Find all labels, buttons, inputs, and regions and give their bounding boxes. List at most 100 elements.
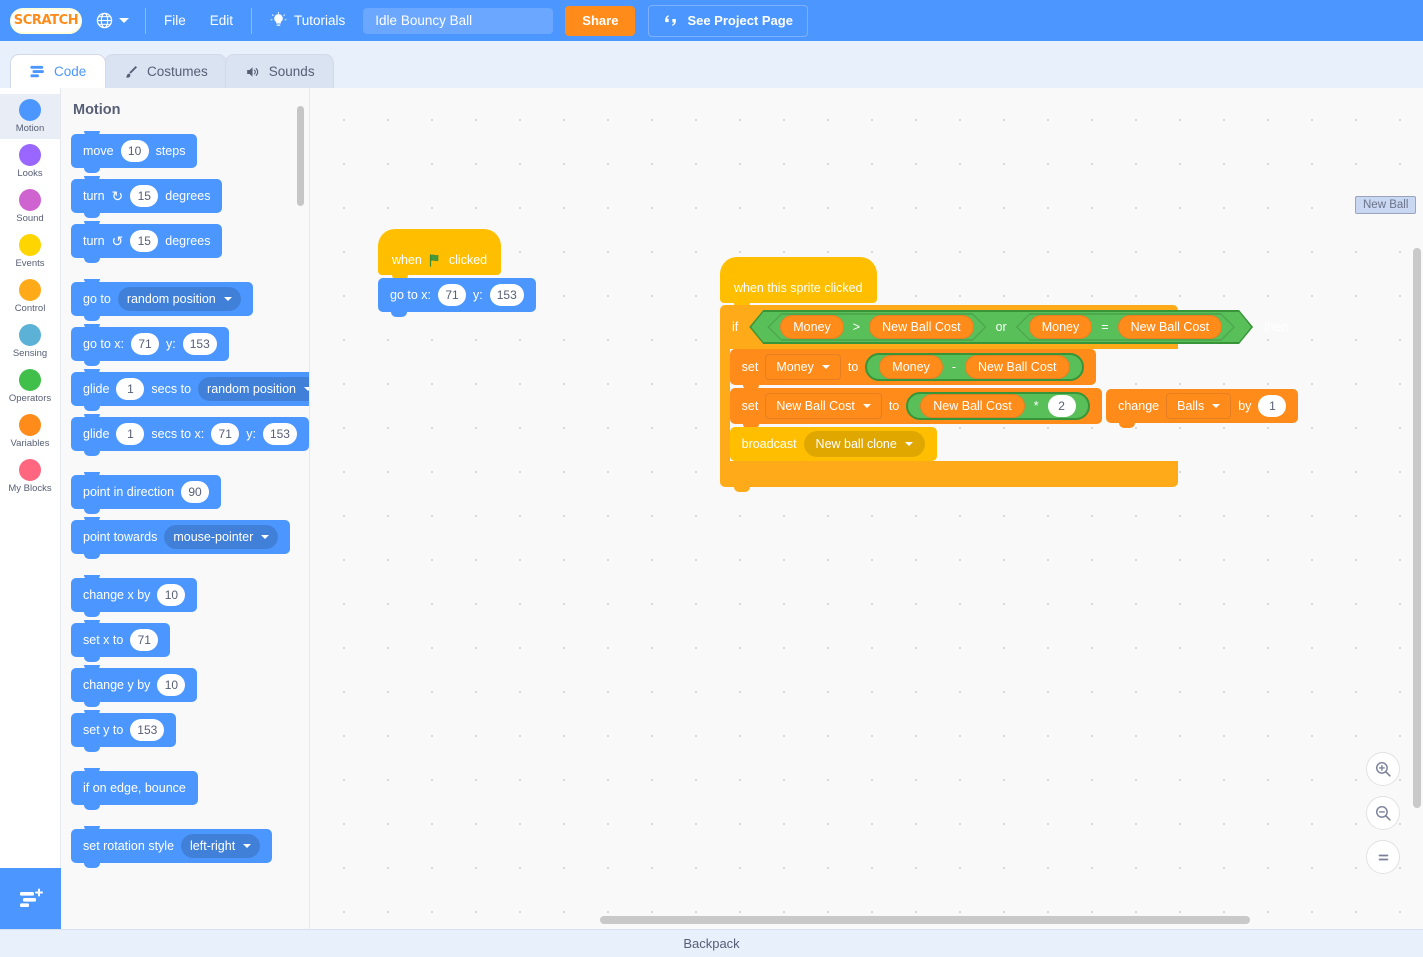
menu-file[interactable]: File — [152, 0, 198, 41]
block-input-y[interactable]: 153 — [490, 284, 524, 306]
block-input-dy[interactable]: 10 — [157, 674, 185, 696]
canvas-vertical-scrollbar[interactable] — [1413, 248, 1421, 808]
zoom-out-button[interactable] — [1366, 796, 1400, 830]
category-control[interactable]: Control — [0, 274, 60, 319]
block-broadcast[interactable]: broadcast New ball clone — [730, 427, 937, 461]
palette-block-glide-xy[interactable]: glide 1 secs to x: 71 y: 153 — [71, 417, 309, 451]
zoom-reset-button[interactable] — [1366, 840, 1400, 874]
palette-block-glide-to[interactable]: glide 1 secs to random position — [71, 372, 310, 406]
block-label: set rotation style — [83, 839, 174, 853]
block-input-amount[interactable]: 1 — [1258, 395, 1286, 417]
variable-new-ball-cost[interactable]: New Ball Cost — [920, 394, 1025, 418]
operand-number[interactable]: 2 — [1048, 395, 1076, 417]
block-input-steps[interactable]: 10 — [121, 140, 149, 162]
variable-new-ball-cost[interactable]: New Ball Cost — [965, 355, 1070, 379]
category-looks[interactable]: Looks — [0, 139, 60, 184]
operator-or[interactable]: Money > New Ball Cost or Money = — [749, 310, 1253, 344]
palette-block-change-y[interactable]: change y by 10 — [71, 668, 197, 702]
share-button[interactable]: Share — [565, 6, 635, 36]
block-input-dx[interactable]: 10 — [157, 584, 185, 606]
block-set-money[interactable]: set Money to Money - New Ball Cost — [730, 349, 1096, 385]
menu-edit[interactable]: Edit — [198, 0, 245, 41]
palette-block-if-on-edge-bounce[interactable]: if on edge, bounce — [71, 771, 198, 805]
operator-multiply[interactable]: New Ball Cost * 2 — [906, 392, 1089, 420]
menu-tutorials[interactable]: Tutorials — [258, 0, 357, 41]
block-label: set y to — [83, 723, 123, 737]
category-motion[interactable]: Motion — [0, 94, 60, 139]
palette-block-move-steps[interactable]: move 10 steps — [71, 134, 197, 168]
see-project-page-button[interactable]: See Project Page — [648, 5, 808, 37]
tab-code[interactable]: Code — [10, 54, 106, 88]
script-green-flag[interactable]: when clicked go to x: 71 y: 153 — [378, 245, 536, 312]
palette-block-turn-right[interactable]: turn ↻ 15 degrees — [71, 179, 222, 213]
palette-block-go-to-xy[interactable]: go to x: 71 y: 153 — [71, 327, 229, 361]
block-input-x[interactable]: 71 — [438, 284, 466, 306]
block-input-secs[interactable]: 1 — [116, 423, 144, 445]
variable-dropdown-new-ball-cost[interactable]: New Ball Cost — [765, 393, 882, 419]
add-extension-button[interactable] — [0, 868, 61, 929]
script-canvas[interactable]: New Ball when clicked go to x: 71 — [310, 88, 1423, 929]
operator-equals[interactable]: Money = New Ball Cost — [1016, 313, 1235, 341]
category-my-blocks[interactable]: My Blocks — [0, 454, 60, 499]
code-icon — [29, 64, 46, 79]
tab-costumes[interactable]: Costumes — [104, 54, 227, 88]
palette-block-point-direction[interactable]: point in direction 90 — [71, 475, 221, 509]
palette-block-change-x[interactable]: change x by 10 — [71, 578, 197, 612]
palette-block-set-y[interactable]: set y to 153 — [71, 713, 176, 747]
block-label: go to x: — [83, 337, 124, 351]
block-input-y[interactable]: 153 — [130, 719, 164, 741]
block-palette[interactable]: Motion move 10 steps turn ↻ 15 degrees t… — [61, 88, 310, 929]
palette-block-point-towards[interactable]: point towards mouse-pointer — [71, 520, 290, 554]
category-sensing[interactable]: Sensing — [0, 319, 60, 364]
scratch-logo[interactable]: SCRATCH — [10, 8, 82, 34]
broadcast-message-dropdown[interactable]: New ball clone — [804, 431, 925, 457]
language-selector[interactable] — [82, 0, 139, 41]
block-input-x[interactable]: 71 — [211, 423, 239, 445]
hat-cap — [720, 257, 877, 277]
block-change-balls[interactable]: change Balls by 1 — [1106, 389, 1298, 423]
tab-sounds[interactable]: Sounds — [225, 54, 334, 88]
variable-dropdown-money[interactable]: Money — [765, 354, 841, 380]
block-input-direction[interactable]: 90 — [181, 481, 209, 503]
block-if-then[interactable]: if Money > New Ball Cost or — [720, 305, 1423, 487]
block-dropdown-target[interactable]: mouse-pointer — [164, 525, 278, 549]
block-when-this-sprite-clicked[interactable]: when this sprite clicked — [720, 273, 877, 303]
variable-dropdown-balls[interactable]: Balls — [1166, 393, 1231, 419]
dropdown-value: Money — [776, 360, 814, 374]
backpack-bar[interactable]: Backpack — [0, 929, 1423, 957]
canvas-horizontal-scrollbar[interactable] — [600, 916, 1250, 924]
block-dropdown-rotation[interactable]: left-right — [181, 834, 260, 858]
category-variables[interactable]: Variables — [0, 409, 60, 454]
block-input-x[interactable]: 71 — [131, 333, 159, 355]
category-label: Variables — [11, 438, 50, 449]
variable-new-ball-cost[interactable]: New Ball Cost — [1118, 315, 1223, 339]
operator-greater-than[interactable]: Money > New Ball Cost — [767, 313, 986, 341]
variable-new-ball-cost[interactable]: New Ball Cost — [869, 315, 974, 339]
category-operators[interactable]: Operators — [0, 364, 60, 409]
project-title-input[interactable] — [363, 8, 553, 34]
category-sound[interactable]: Sound — [0, 184, 60, 229]
variable-money[interactable]: Money — [780, 315, 844, 339]
palette-block-turn-left[interactable]: turn ↺ 15 degrees — [71, 224, 222, 258]
if-then-header[interactable]: if Money > New Ball Cost or — [720, 305, 1178, 349]
zoom-in-button[interactable] — [1366, 752, 1400, 786]
palette-block-go-to[interactable]: go to random position — [71, 282, 253, 316]
block-input-y[interactable]: 153 — [183, 333, 217, 355]
script-sprite-clicked[interactable]: when this sprite clicked if Money > New … — [720, 273, 1423, 487]
block-input-y[interactable]: 153 — [263, 423, 297, 445]
block-input-degrees[interactable]: 15 — [130, 185, 158, 207]
variable-money[interactable]: Money — [1029, 315, 1093, 339]
block-input-degrees[interactable]: 15 — [130, 230, 158, 252]
block-go-to-xy[interactable]: go to x: 71 y: 153 — [378, 278, 536, 312]
block-when-flag-clicked[interactable]: when clicked — [378, 245, 501, 275]
variable-money[interactable]: Money — [879, 355, 943, 379]
palette-block-set-rotation-style[interactable]: set rotation style left-right — [71, 829, 272, 863]
block-set-new-ball-cost[interactable]: set New Ball Cost to New Ball Cost * 2 — [730, 388, 1102, 424]
category-events[interactable]: Events — [0, 229, 60, 274]
block-input-x[interactable]: 71 — [130, 629, 158, 651]
palette-block-set-x[interactable]: set x to 71 — [71, 623, 170, 657]
block-input-secs[interactable]: 1 — [116, 378, 144, 400]
block-dropdown-target[interactable]: random position — [118, 287, 241, 311]
block-dropdown-target[interactable]: random position — [198, 377, 310, 401]
operator-subtract[interactable]: Money - New Ball Cost — [865, 353, 1083, 381]
